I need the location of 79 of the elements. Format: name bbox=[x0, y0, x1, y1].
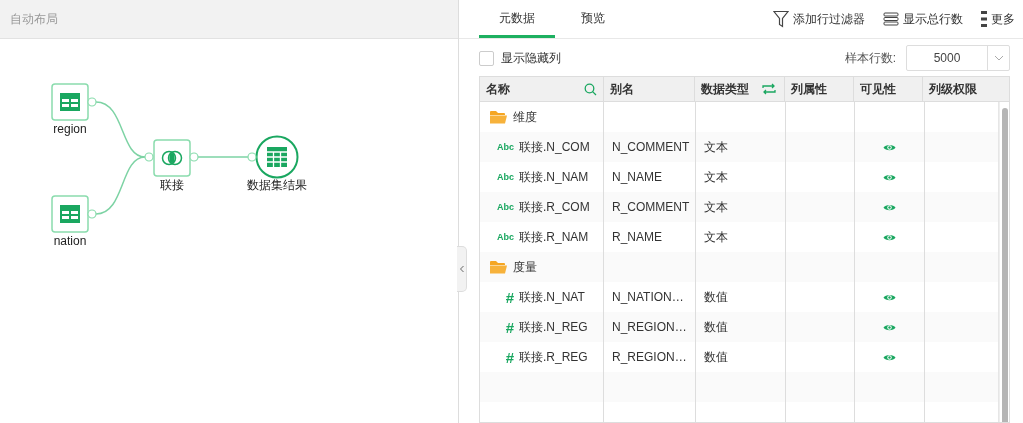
checkbox[interactable] bbox=[479, 50, 494, 66]
field-name: 联接.N_REG bbox=[519, 318, 588, 336]
collapse-handle[interactable] bbox=[457, 246, 467, 292]
text-type-icon: Abc bbox=[483, 232, 514, 242]
connector-port[interactable] bbox=[87, 209, 97, 219]
more-icon bbox=[981, 11, 987, 27]
text-type-icon: Abc bbox=[483, 202, 514, 212]
join-node[interactable] bbox=[153, 139, 191, 177]
folder-icon bbox=[490, 260, 507, 274]
eye-icon[interactable] bbox=[883, 202, 896, 212]
connector-port[interactable] bbox=[247, 152, 257, 162]
eye-icon[interactable] bbox=[883, 292, 896, 302]
toolbar-button[interactable]: 更多 bbox=[981, 10, 1015, 28]
chevron-left-icon bbox=[458, 265, 465, 273]
sample-rows-label: 样本行数: bbox=[844, 49, 896, 67]
eye-icon[interactable] bbox=[883, 322, 896, 332]
table-cell: N_COMMENT bbox=[612, 140, 690, 154]
connector-line bbox=[95, 156, 146, 215]
result-node[interactable] bbox=[255, 135, 299, 179]
number-type-icon: # bbox=[485, 288, 514, 306]
field-name: 联接.N_COM bbox=[519, 138, 590, 156]
table-cell: 数值 bbox=[704, 318, 728, 336]
table-cell: R_COMMENT bbox=[612, 200, 690, 214]
checkbox-label: 显示隐藏列 bbox=[501, 49, 561, 67]
tab[interactable]: 预览 bbox=[555, 0, 631, 38]
node-label: nation bbox=[53, 234, 87, 248]
column-header[interactable]: 列级权限 bbox=[923, 77, 997, 101]
column-header[interactable]: 可见性 bbox=[853, 77, 924, 101]
column-header[interactable]: 名称 bbox=[480, 77, 604, 101]
text-type-icon: Abc bbox=[483, 172, 514, 182]
show-hidden-checkbox[interactable]: 显示隐藏列 bbox=[479, 49, 561, 67]
field-name: 联接.R_COM bbox=[519, 198, 590, 216]
connector-line bbox=[95, 101, 146, 158]
filter-icon bbox=[773, 10, 789, 28]
table-cell: 文本 bbox=[704, 168, 728, 186]
toolbar-button[interactable]: 添加行过滤器 bbox=[773, 10, 865, 28]
table-cell: N_REGION… bbox=[612, 320, 687, 334]
table-cell: N_NATION… bbox=[612, 290, 684, 304]
field-name: 联接.N_NAM bbox=[519, 168, 589, 186]
group-name[interactable]: 度量 bbox=[513, 258, 537, 276]
column-header[interactable]: 列属性 bbox=[784, 77, 854, 101]
table-cell: 数值 bbox=[704, 348, 728, 366]
column-header[interactable]: 别名 bbox=[603, 77, 696, 101]
table-node[interactable] bbox=[51, 83, 89, 121]
field-name: 联接.R_NAM bbox=[519, 228, 589, 246]
group-name[interactable]: 维度 bbox=[513, 108, 537, 126]
connector-port[interactable] bbox=[144, 152, 154, 162]
eye-icon[interactable] bbox=[883, 352, 896, 362]
number-type-icon: # bbox=[485, 318, 514, 336]
connector-port[interactable] bbox=[87, 97, 97, 107]
table-cell: 文本 bbox=[704, 138, 728, 156]
table-cell: N_NAME bbox=[612, 170, 662, 184]
toolbar-button[interactable]: 显示总行数 bbox=[883, 10, 963, 28]
column-header[interactable]: 数据类型 bbox=[695, 77, 785, 101]
table-cell: R_NAME bbox=[612, 230, 662, 244]
table-node[interactable] bbox=[51, 195, 89, 233]
eye-icon[interactable] bbox=[883, 232, 896, 242]
scrollbar-thumb[interactable] bbox=[1001, 108, 1008, 422]
eye-icon[interactable] bbox=[883, 172, 896, 182]
tab[interactable]: 元数据 bbox=[479, 0, 555, 38]
table-cell: 数值 bbox=[704, 288, 728, 306]
node-label: region bbox=[53, 122, 87, 136]
node-label: 联接 bbox=[160, 178, 184, 192]
caret-icon bbox=[993, 55, 1004, 61]
table-cell: R_REGION… bbox=[612, 350, 687, 364]
folder-icon bbox=[490, 110, 507, 124]
swap-icon[interactable] bbox=[761, 83, 776, 95]
node-label: 数据集结果 bbox=[247, 178, 307, 192]
rows-icon bbox=[883, 12, 899, 26]
sample-rows-select[interactable]: 5000 bbox=[906, 45, 1010, 71]
number-type-icon: # bbox=[485, 348, 514, 366]
table-cell: 文本 bbox=[704, 198, 728, 216]
search-icon[interactable] bbox=[583, 82, 597, 96]
eye-icon[interactable] bbox=[883, 142, 896, 152]
text-type-icon: Abc bbox=[483, 142, 514, 152]
field-name: 联接.R_REG bbox=[519, 348, 588, 366]
connector-port[interactable] bbox=[189, 152, 199, 162]
table-cell: 文本 bbox=[704, 228, 728, 246]
field-name: 联接.N_NAT bbox=[519, 288, 585, 306]
